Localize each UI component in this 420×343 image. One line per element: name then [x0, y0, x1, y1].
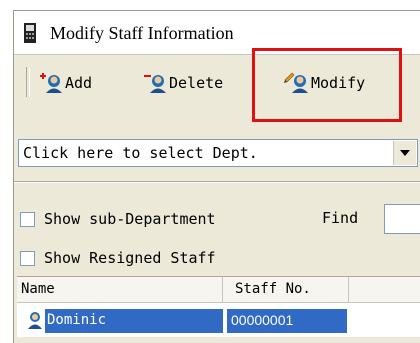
delete-button-label: Delete [169, 74, 224, 92]
department-select-value: Click here to select Dept. [23, 144, 258, 162]
window-title: Modify Staff Information [50, 23, 234, 43]
show-sub-department-option[interactable]: Show sub-Department [20, 207, 216, 231]
show-sub-department-checkbox[interactable] [20, 211, 35, 227]
find-input[interactable] [384, 204, 420, 234]
add-button[interactable]: Add [40, 68, 92, 98]
show-sub-department-label: Show sub-Department [44, 210, 216, 228]
column-header-staff-no[interactable]: Staff No. [223, 277, 349, 303]
person-icon [27, 311, 43, 333]
section-divider [14, 181, 420, 183]
toolbar-separator [26, 67, 30, 97]
column-header-name[interactable]: Name [17, 277, 223, 303]
show-resigned-staff-option[interactable]: Show Resigned Staff [20, 246, 216, 270]
dropdown-arrow-icon[interactable] [393, 141, 416, 165]
phone-book-icon [22, 23, 38, 43]
add-button-label: Add [65, 74, 93, 92]
modify-highlight-box [252, 48, 402, 122]
staff-table: Name Staff No. Dominic 00000001 [17, 276, 420, 337]
show-resigned-staff-checkbox[interactable] [20, 250, 35, 266]
delete-person-icon [144, 72, 168, 94]
row-name-cell[interactable]: Dominic [45, 309, 223, 333]
department-select[interactable]: Click here to select Dept. [18, 139, 418, 167]
find-label: Find [322, 209, 359, 227]
row-staff-no-cell[interactable]: 00000001 [227, 309, 347, 333]
add-person-icon [40, 72, 64, 94]
delete-button[interactable]: Delete [144, 68, 223, 98]
table-row[interactable]: Dominic 00000001 [17, 307, 357, 335]
show-resigned-staff-label: Show Resigned Staff [44, 249, 216, 267]
column-header-filler [349, 277, 420, 303]
